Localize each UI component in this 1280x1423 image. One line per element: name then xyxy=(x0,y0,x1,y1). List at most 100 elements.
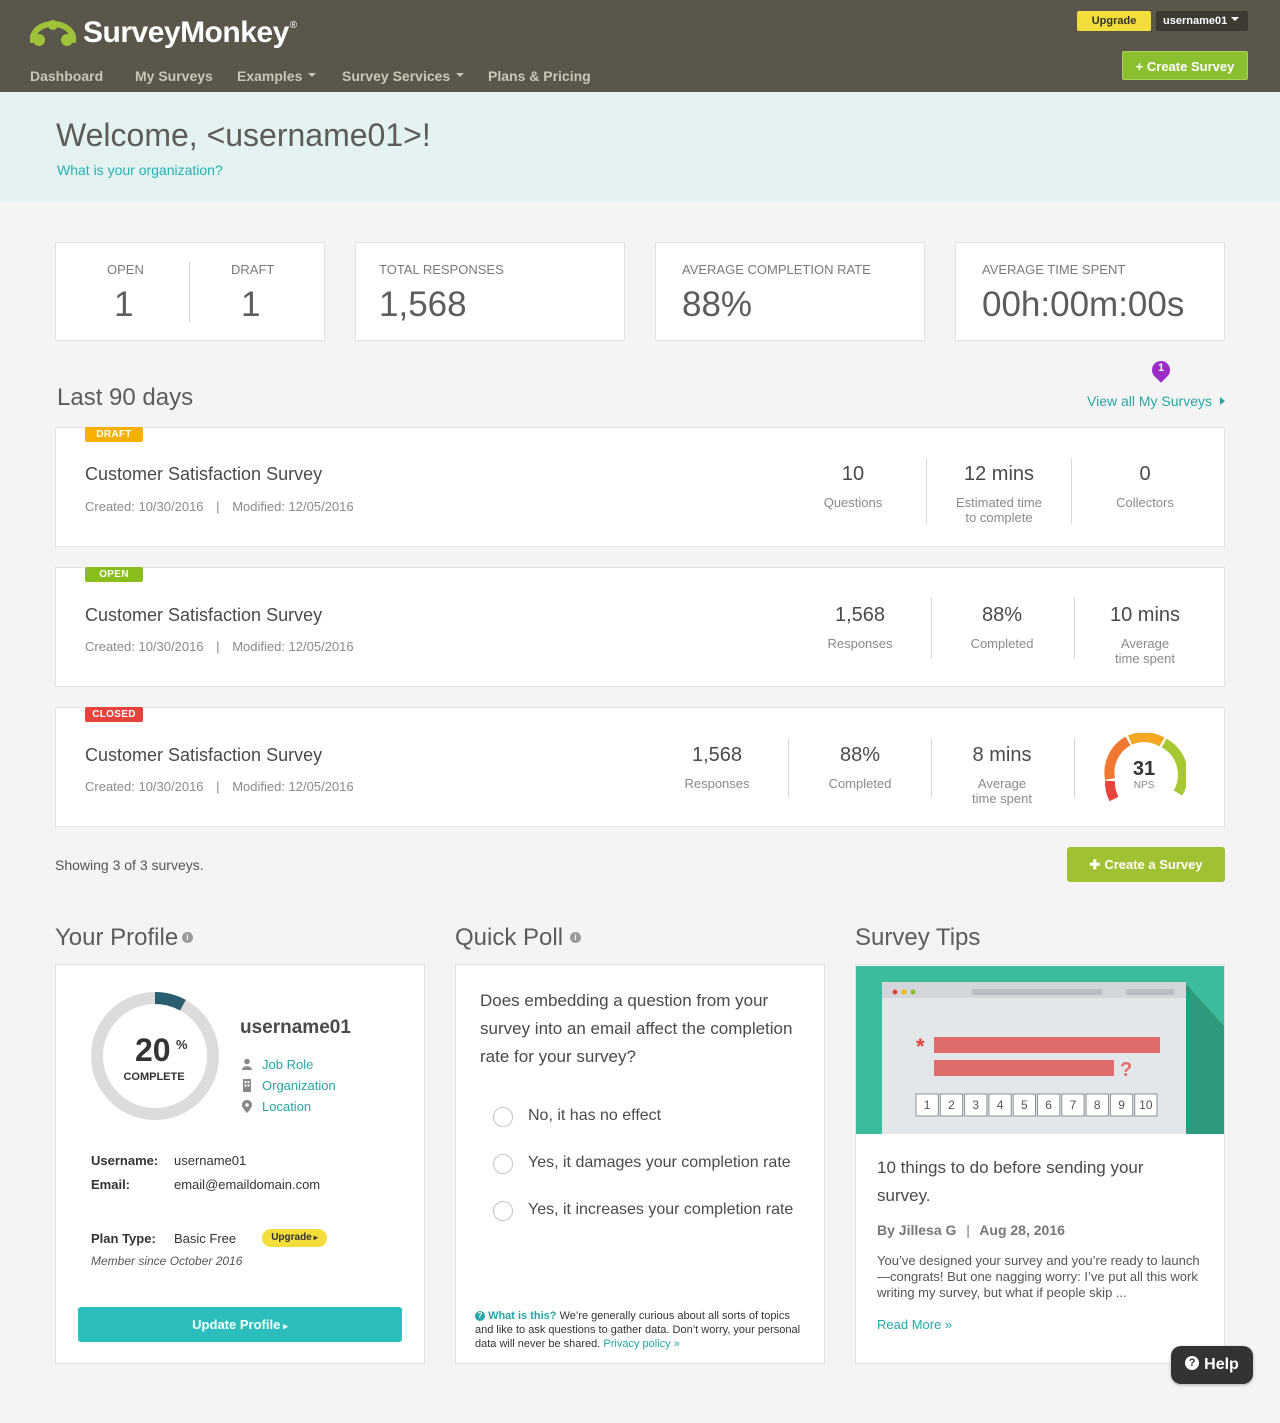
update-profile-label: Update Profile xyxy=(192,1317,281,1332)
nav-examples[interactable]: Examples xyxy=(237,68,317,84)
survey-dates: Created: 10/30/2016 | Modified: 12/05/20… xyxy=(85,499,354,514)
help-label: Help xyxy=(1204,1356,1239,1373)
welcome-title: Welcome, <username01>! xyxy=(56,117,431,153)
stat-divider xyxy=(189,262,190,322)
create-a-survey-button[interactable]: ✚ Create a Survey xyxy=(1067,847,1225,882)
modified-date: Modified: 12/05/2016 xyxy=(232,499,354,514)
status-badge-closed: CLOSED xyxy=(85,707,143,722)
article-author: By Jillesa G xyxy=(877,1222,957,1238)
your-profile-title: Your Profile xyxy=(55,924,179,951)
nav-survey-services[interactable]: Survey Services xyxy=(342,68,465,84)
poll-radio-3[interactable] xyxy=(493,1201,513,1221)
notification-count: 1 xyxy=(1157,362,1165,374)
poll-radio-1[interactable] xyxy=(493,1107,513,1127)
date-separator: | xyxy=(216,779,220,794)
survey-tips-illustration[interactable]: * ? 1 2 3 4 5 6 7 8 9 10 xyxy=(856,966,1224,1134)
nav-my-surveys[interactable]: My Surveys xyxy=(135,68,213,84)
plus-icon: ✚ xyxy=(1089,857,1101,872)
avg-time-value: 8 mins xyxy=(972,744,1032,766)
avg-completion-value: 88% xyxy=(682,285,753,324)
survey-name[interactable]: Customer Satisfaction Survey xyxy=(85,605,322,626)
top-header: SurveyMonkey ® Dashboard My Surveys Exam… xyxy=(0,0,1280,92)
chevron-right-icon xyxy=(1220,397,1226,406)
nav-examples-label: Examples xyxy=(237,68,303,84)
user-menu-username: username01 xyxy=(1163,15,1228,27)
email-label: Email: xyxy=(91,1177,131,1192)
avg-time-label-line2: time spent xyxy=(972,791,1032,806)
avg-time-label: Average time spent xyxy=(1095,636,1195,666)
form-field-bar xyxy=(934,1037,1160,1053)
byline-separator: | xyxy=(966,1222,970,1238)
profile-username: username01 xyxy=(240,1017,351,1038)
view-all-surveys-label: View all My Surveys xyxy=(1087,393,1213,409)
upgrade-button[interactable]: Upgrade xyxy=(1077,11,1151,31)
avg-time-label-line1: Average xyxy=(1120,636,1170,651)
username-label: Username: xyxy=(91,1153,159,1168)
location-link[interactable]: Location xyxy=(262,1099,311,1114)
survey-dates: Created: 10/30/2016 | Modified: 12/05/20… xyxy=(85,779,354,794)
estimated-time-label-line1: Estimated time xyxy=(956,495,1042,510)
organization-link[interactable]: What is your organization? xyxy=(57,162,223,178)
responses-value: 1,568 xyxy=(691,744,743,766)
poll-option-1[interactable]: No, it has no effect xyxy=(528,1107,661,1125)
plan-upgrade-label: Upgrade xyxy=(271,1232,312,1243)
modified-date: Modified: 12/05/2016 xyxy=(232,779,354,794)
surveymonkey-logo[interactable]: SurveyMonkey ® xyxy=(30,16,297,50)
completed-label: Completed xyxy=(828,776,892,791)
modified-date: Modified: 12/05/2016 xyxy=(232,639,354,654)
estimated-time-value: 12 mins xyxy=(963,463,1035,485)
help-button[interactable]: ? Help xyxy=(1171,1346,1253,1384)
article-title[interactable]: 10 things to do before sending your surv… xyxy=(877,1154,1197,1210)
nav-survey-services-label: Survey Services xyxy=(342,68,451,84)
survey-card-draft[interactable] xyxy=(55,427,1225,547)
view-all-surveys-link[interactable]: View all My Surveys xyxy=(1087,393,1226,409)
poll-option-2[interactable]: Yes, it damages your completion rate xyxy=(528,1154,791,1172)
open-value[interactable]: 1 xyxy=(114,285,133,325)
create-survey-button[interactable]: + Create Survey xyxy=(1122,51,1248,80)
plan-upgrade-button[interactable]: Upgrade ▸ xyxy=(262,1229,327,1247)
metric-divider xyxy=(931,738,932,798)
info-icon[interactable]: i xyxy=(570,932,581,943)
job-role-link[interactable]: Job Role xyxy=(262,1057,313,1072)
collectors-label: Collectors xyxy=(1116,495,1174,510)
nav-plans-pricing[interactable]: Plans & Pricing xyxy=(488,68,591,84)
chevron-down-icon xyxy=(308,73,317,78)
nav-dashboard[interactable]: Dashboard xyxy=(30,68,103,84)
scale-label: 5 xyxy=(1021,1098,1028,1112)
survey-name[interactable]: Customer Satisfaction Survey xyxy=(85,745,322,766)
scale-label: 7 xyxy=(1070,1098,1077,1112)
total-responses-label: TOTAL RESPONSES xyxy=(379,262,504,277)
responses-label: Responses xyxy=(827,636,893,651)
update-profile-button[interactable]: Update Profile ▸ xyxy=(78,1307,402,1342)
username-value: username01 xyxy=(174,1153,247,1168)
logo-text: SurveyMonkey xyxy=(83,16,289,49)
info-icon[interactable]: i xyxy=(182,932,193,943)
status-badge-draft: DRAFT xyxy=(85,427,143,442)
nav-dashboard-label: Dashboard xyxy=(30,68,104,84)
monkey-logo-icon xyxy=(30,20,76,46)
responses-value: 1,568 xyxy=(834,604,886,626)
survey-card-open[interactable] xyxy=(55,567,1225,687)
poll-option-3[interactable]: Yes, it increases your completion rate xyxy=(528,1201,793,1219)
what-is-this-link[interactable]: What is this? xyxy=(488,1310,556,1322)
help-circle-icon: ? xyxy=(1185,1355,1200,1370)
browser-minimize-dot xyxy=(901,989,907,995)
metric-divider xyxy=(1074,598,1075,658)
privacy-policy-link[interactable]: Privacy policy » xyxy=(603,1338,679,1350)
read-more-link[interactable]: Read More » xyxy=(877,1317,952,1332)
plan-type-label: Plan Type: xyxy=(91,1231,156,1246)
profile-complete-label: COMPLETE xyxy=(123,1071,185,1083)
scale-label: 2 xyxy=(948,1098,955,1112)
completed-value: 88% xyxy=(839,744,881,766)
user-menu-dropdown[interactable]: username01 xyxy=(1156,11,1248,31)
organization-link[interactable]: Organization xyxy=(262,1078,336,1093)
profile-percent: 20 xyxy=(135,1032,171,1068)
survey-card-closed[interactable] xyxy=(55,707,1225,827)
poll-radio-2[interactable] xyxy=(493,1154,513,1174)
completed-label: Completed xyxy=(970,636,1034,651)
poll-question: Does embedding a question from your surv… xyxy=(480,991,793,1066)
nav-my-surveys-label: My Surveys xyxy=(135,68,213,84)
survey-name[interactable]: Customer Satisfaction Survey xyxy=(85,464,322,485)
draft-value[interactable]: 1 xyxy=(241,285,260,325)
scale-label: 10 xyxy=(1139,1098,1153,1112)
